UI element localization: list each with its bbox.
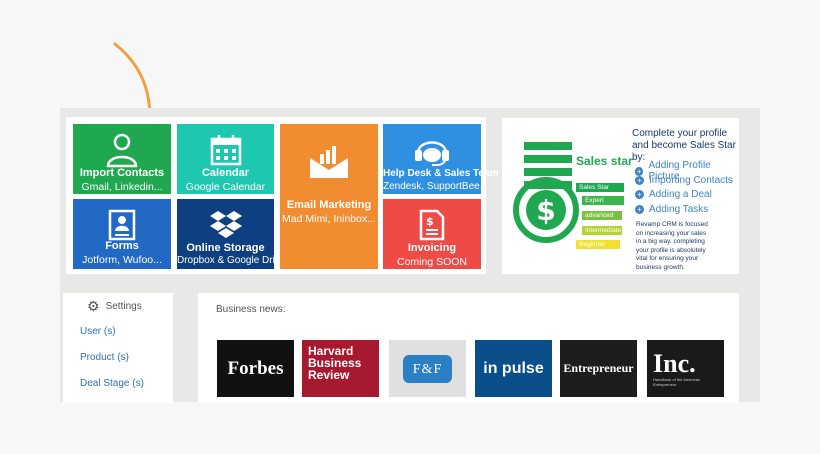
plus-icon: + <box>635 190 644 199</box>
promo-footer-line: Revamp CRM is focused <box>636 221 708 228</box>
promo-footer-line: business growth. <box>636 263 685 271</box>
promo-item-label: Adding a Deal <box>649 189 712 200</box>
tile-import-contacts[interactable]: Import Contacts Gmail, Linkedin... <box>73 124 171 194</box>
promo-item-adding-tasks[interactable]: + Adding Tasks <box>635 204 708 215</box>
promo-footer-line: on increasing your sales <box>636 229 707 237</box>
tile-subtitle: Jotform, Wufoo... <box>82 254 162 266</box>
tile-subtitle: Dropbox & Google Drive <box>177 255 274 266</box>
settings-item-users[interactable]: User (s) <box>80 326 116 337</box>
tile-title: Invoicing <box>407 242 457 254</box>
sales-star-label: Sales star <box>576 154 633 168</box>
logo-inc[interactable]: Inc. Handbook of the American Entreprene… <box>647 340 724 397</box>
logo-text: in pulse <box>483 359 544 377</box>
plus-icon: + <box>635 176 644 185</box>
tile-title: Help Desk & Sales Team <box>383 168 499 179</box>
logo-text: F&F <box>412 361 443 377</box>
logo-harvard-business-review[interactable]: Harvard Business Review <box>302 340 379 397</box>
settings-header: ⚙ Settings <box>87 298 142 315</box>
dollar-coin-icon: $ <box>513 177 579 243</box>
stack-bar <box>524 155 572 163</box>
calendar-icon <box>210 135 241 166</box>
promo-footer-line: vital for ensuring your <box>636 255 699 262</box>
tile-online-storage[interactable]: Online Storage Dropbox & Google Drive <box>177 199 274 269</box>
news-title: Business news: <box>216 304 286 315</box>
contact-icon <box>106 133 138 168</box>
tile-title: Forms <box>105 240 139 252</box>
stack-bar <box>524 168 572 176</box>
promo-item-adding-deal[interactable]: + Adding a Deal <box>635 189 712 200</box>
tile-subtitle: Mad Mimi, Ininbox... <box>282 213 376 225</box>
gear-icon: ⚙ <box>87 298 100 314</box>
settings-item-deal-stages[interactable]: Deal Stage (s) <box>80 378 144 389</box>
tile-email-marketing[interactable]: Email Marketing Mad Mimi, Ininbox... <box>280 124 378 269</box>
plus-icon: + <box>635 205 644 214</box>
level-intermediate: Intermediate <box>582 226 622 235</box>
level-sales-star: Sales Star <box>576 183 624 192</box>
tile-subtitle: Zendesk, SupportBee... <box>383 181 481 192</box>
logo-text: Inc. <box>653 348 696 378</box>
stack-bar <box>524 142 572 150</box>
tile-subtitle: Coming SOON <box>396 256 468 268</box>
tile-title: Import Contacts <box>79 167 165 179</box>
email-chart-icon <box>310 146 348 178</box>
tile-help-desk[interactable]: Help Desk & Sales Team Zendesk, SupportB… <box>383 124 499 194</box>
logo-inpulse[interactable]: in pulse <box>475 340 552 397</box>
settings-title: Settings <box>105 301 142 312</box>
form-icon <box>108 209 136 241</box>
fandf-badge: F&F <box>402 354 453 383</box>
logo-fandf[interactable]: F&F <box>389 340 466 397</box>
promo-item-label: Importing Contacts <box>649 175 733 186</box>
dropbox-icon <box>209 211 242 238</box>
level-advanced: advanced <box>582 211 622 220</box>
promo-heading-line: Complete your profile <box>632 128 728 139</box>
headset-icon <box>415 141 449 167</box>
logo-tagline: Handbook of the American Entrepreneur <box>653 376 701 387</box>
logo-text: Entrepreneur <box>563 361 634 375</box>
promo-footer-text: Revamp CRM is focused on increasing your… <box>636 221 708 272</box>
tile-forms[interactable]: Forms Jotform, Wufoo... <box>73 199 171 269</box>
tile-subtitle: Gmail, Linkedin... <box>81 181 163 193</box>
logo-entrepreneur[interactable]: Entrepreneur <box>560 340 637 397</box>
logo-forbes[interactable]: Forbes <box>217 340 294 397</box>
level-beginner: Beginner <box>576 240 620 249</box>
tile-title: Email Marketing <box>286 199 372 211</box>
svg-text:$: $ <box>426 215 434 228</box>
settings-panel: ⚙ Settings User (s) Product (s) Deal Sta… <box>63 293 173 403</box>
svg-text:$: $ <box>536 194 555 227</box>
promo-heading: Complete your profile and become Sales S… <box>632 128 739 164</box>
tile-invoicing[interactable]: $ Invoicing Coming SOON <box>383 199 481 269</box>
tile-title: Calendar <box>201 167 250 179</box>
level-expert: Expert <box>582 196 624 205</box>
promo-footer-line: in a big way. completing <box>636 238 705 245</box>
settings-item-products[interactable]: Product (s) <box>80 352 129 363</box>
invoice-icon: $ <box>419 209 445 241</box>
logo-text: Forbes <box>227 357 284 379</box>
tile-title: Online Storage <box>186 242 265 254</box>
logo-text: Harvard Business Review <box>308 344 362 382</box>
promo-item-importing-contacts[interactable]: + Importing Contacts <box>635 175 733 186</box>
tile-subtitle: Google Calendar <box>185 181 266 193</box>
promo-footer-line: your profile is absolutely <box>636 246 706 254</box>
tile-calendar[interactable]: Calendar Google Calendar <box>177 124 274 194</box>
promo-item-label: Adding Tasks <box>649 204 709 215</box>
sales-star-promo: Sales star $ Sales Star Expert advanced … <box>502 118 739 274</box>
